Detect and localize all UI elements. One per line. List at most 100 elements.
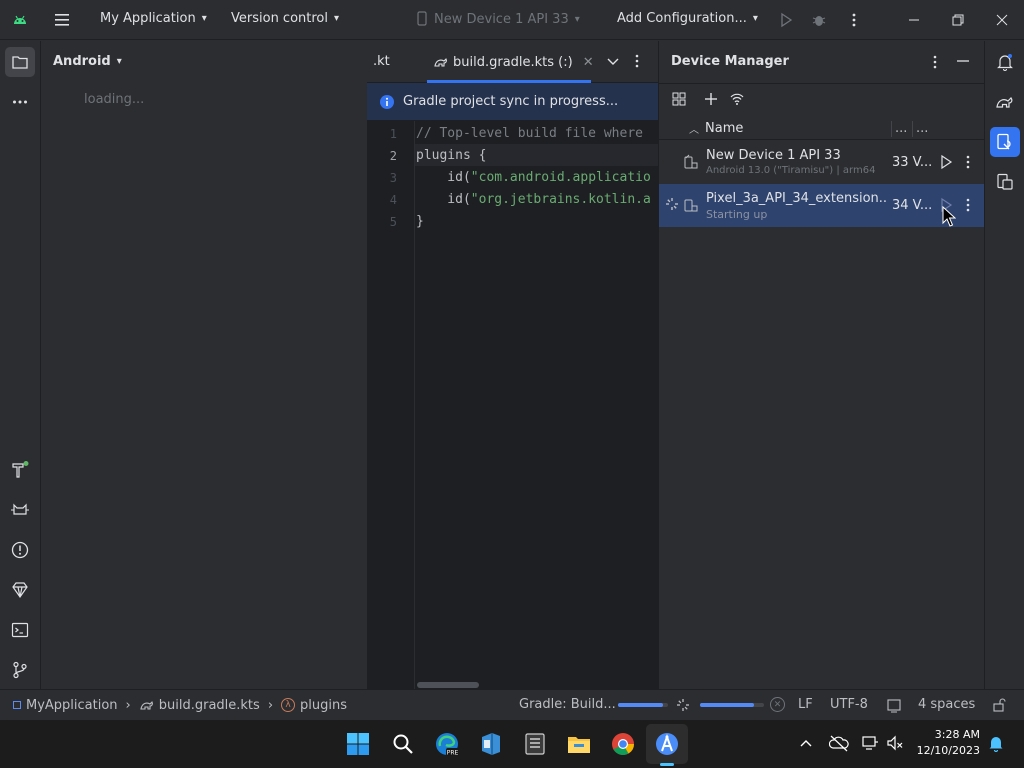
run-config-label: Add Configuration...: [617, 11, 747, 26]
file-explorer-button[interactable]: [565, 730, 593, 758]
more-actions-button[interactable]: [846, 10, 862, 34]
code-string: "com.android.applicatio: [470, 170, 651, 185]
gradle-status-text[interactable]: Gradle: Build...: [519, 697, 616, 712]
group-by-button[interactable]: [671, 91, 687, 111]
notification-center-button[interactable]: [987, 734, 1005, 756]
cloud-offline-icon: [828, 735, 849, 752]
tray-overflow-button[interactable]: [798, 735, 814, 755]
run-button[interactable]: [778, 12, 794, 32]
unlock-icon[interactable]: [991, 697, 1007, 713]
code-line: }: [416, 214, 424, 229]
info-icon: [380, 94, 394, 109]
svg-text:PRE: PRE: [447, 750, 459, 757]
restore-button[interactable]: [950, 12, 966, 32]
main-menu-button[interactable]: [52, 10, 76, 30]
panel-options-button[interactable]: [929, 53, 941, 75]
device-row[interactable]: New Device 1 API 33 Android 13.0 ("Tiram…: [659, 141, 984, 183]
indent-widget[interactable]: 4 spaces: [918, 697, 975, 712]
network-button[interactable]: [861, 734, 879, 756]
project-loading-text: loading...: [84, 92, 145, 107]
gemini-button[interactable]: [5, 575, 35, 605]
debug-button[interactable]: [811, 12, 827, 32]
tabs-dropdown-button[interactable]: [605, 53, 621, 73]
tab-options-button[interactable]: [631, 52, 643, 74]
device-manager-tool-button[interactable]: [990, 127, 1020, 157]
build-variants-button[interactable]: [5, 455, 35, 485]
code-token: id(: [416, 170, 471, 185]
cat-icon: [11, 503, 29, 515]
more-tools-button[interactable]: [5, 87, 35, 117]
android-studio-button[interactable]: [653, 730, 681, 758]
play-icon[interactable]: [938, 154, 954, 170]
line-separator-widget[interactable]: LF: [798, 697, 813, 712]
folder-icon: [568, 737, 590, 753]
warning-icon: [11, 541, 29, 559]
more-vertical-icon[interactable]: [962, 153, 974, 171]
edge-beta-button[interactable]: PRE: [433, 730, 461, 758]
chrome-button[interactable]: [609, 730, 637, 758]
visual-studio-button[interactable]: [477, 730, 505, 758]
running-devices-tool-button[interactable]: [990, 167, 1020, 197]
gradle-sync-banner: Gradle project sync in progress...: [367, 83, 658, 121]
wifi-icon: [730, 93, 744, 105]
logcat-button[interactable]: [5, 495, 35, 525]
device-row-selected[interactable]: Pixel_3a_API_34_extension... Starting up…: [659, 184, 984, 227]
pair-wifi-button[interactable]: [729, 91, 745, 111]
chevron-up-icon: [800, 740, 812, 747]
start-button[interactable]: [344, 730, 372, 758]
terminal-button[interactable]: [5, 615, 35, 645]
horizontal-scrollbar[interactable]: [417, 682, 479, 688]
encoding-widget[interactable]: UTF-8: [830, 697, 868, 712]
chevron-down-icon: ▾: [334, 13, 340, 24]
status-bar: MyApplication › build.gradle.kts › λ plu…: [0, 689, 1024, 720]
tab-build-gradle[interactable]: build.gradle.kts (:) ✕: [427, 41, 600, 83]
display-icon: [862, 736, 878, 750]
clock-date: 12/10/2023: [916, 744, 980, 757]
add-device-button[interactable]: [703, 91, 719, 111]
onedrive-button[interactable]: [828, 734, 849, 756]
close-window-button[interactable]: [994, 12, 1010, 32]
vcs-widget[interactable]: Version control ▾: [231, 11, 339, 26]
column-name-header[interactable]: Name: [705, 121, 743, 136]
chevron-down-icon: ▾: [116, 56, 122, 67]
project-widget[interactable]: My Application ▾: [100, 11, 207, 26]
left-tool-strip: [0, 41, 41, 689]
cancel-progress-button[interactable]: ✕: [770, 697, 785, 712]
minimize-icon: [957, 60, 969, 62]
run-config-selector[interactable]: Add Configuration... ▾: [617, 11, 758, 26]
code-string: "org.jetbrains.kotlin.a: [470, 192, 651, 207]
project-view-selector[interactable]: Android ▾: [53, 54, 122, 69]
message-icon[interactable]: [886, 698, 902, 714]
breadcrumb-symbol[interactable]: plugins: [300, 698, 347, 713]
line-number: 1: [389, 127, 397, 141]
editor-tab-bar: .kt build.gradle.kts (:) ✕: [367, 41, 658, 83]
git-button[interactable]: [5, 655, 35, 685]
hammer-icon: [12, 461, 29, 478]
column-more-2[interactable]: ...: [916, 121, 928, 136]
minimize-icon: [909, 19, 919, 21]
terminal-app-button[interactable]: [521, 730, 549, 758]
project-tool-button[interactable]: [5, 47, 35, 77]
minimize-button[interactable]: [906, 12, 922, 32]
line-number: 5: [389, 215, 397, 229]
column-more-1[interactable]: ...: [895, 121, 907, 136]
device-icon: [417, 11, 427, 26]
breadcrumb-file[interactable]: build.gradle.kts: [159, 698, 260, 713]
notifications-tool-button[interactable]: [990, 47, 1020, 77]
device-selector[interactable]: New Device 1 API 33 ▾: [414, 11, 580, 27]
virtual-device-icon: [684, 199, 698, 212]
tab-close-button[interactable]: ✕: [583, 55, 594, 70]
search-button[interactable]: [389, 730, 417, 758]
volume-button[interactable]: [886, 734, 904, 756]
device-selector-label: New Device 1 API 33: [434, 11, 569, 27]
more-vertical-icon[interactable]: [962, 196, 974, 214]
tab-kotlin-file[interactable]: .kt: [373, 54, 390, 69]
panel-hide-button[interactable]: [955, 53, 971, 73]
gradle-tool-button[interactable]: [990, 87, 1020, 117]
more-horizontal-icon: [13, 100, 27, 104]
problems-button[interactable]: [5, 535, 35, 565]
chevron-down-icon: ▾: [574, 13, 580, 25]
breadcrumb-project[interactable]: MyApplication: [26, 698, 118, 713]
mouse-cursor-icon: [942, 206, 956, 227]
clock[interactable]: 3:28 AM 12/10/2023: [914, 727, 980, 759]
